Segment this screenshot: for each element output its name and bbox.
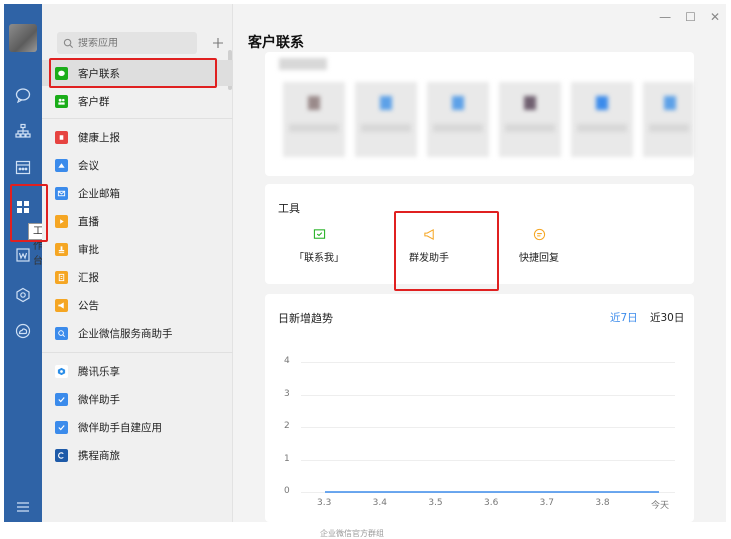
- blurred-tile: [355, 82, 417, 157]
- mail-icon: [55, 186, 68, 200]
- blurred-tile: [283, 82, 345, 157]
- blurred-text: [279, 58, 327, 70]
- app-window: 工作台 客户联系 客户群: [4, 4, 726, 522]
- minimize-button[interactable]: —: [659, 10, 671, 24]
- avatar[interactable]: [9, 24, 37, 52]
- app-item-weiban-custom[interactable]: 微伴助手自建应用: [42, 414, 233, 440]
- divider: [42, 118, 233, 119]
- app-item-customer-contact[interactable]: 客户联系: [42, 60, 233, 86]
- chat-icon[interactable]: [4, 80, 42, 110]
- app-icon[interactable]: [4, 280, 42, 310]
- blurred-tile: [499, 82, 561, 157]
- quick-reply-tool[interactable]: 快捷回复: [499, 228, 579, 264]
- qrcode-chat-icon: [313, 229, 325, 239]
- app-item-ctrip-business[interactable]: 携程商旅: [42, 442, 233, 468]
- doc-icon[interactable]: [4, 240, 42, 270]
- search-icon: [63, 38, 74, 48]
- mass-send-tool[interactable]: 群发助手: [389, 228, 469, 264]
- live-icon: [55, 214, 68, 228]
- app-item-meeting[interactable]: 会议: [42, 152, 233, 178]
- blurred-icon: [452, 96, 464, 110]
- blurred-text: [289, 124, 339, 132]
- announcement-icon: [55, 298, 68, 312]
- cloud-icon[interactable]: [4, 316, 42, 346]
- divider: [42, 352, 233, 353]
- customer-stats-card: [265, 52, 694, 176]
- blurred-icon: [524, 96, 536, 110]
- blurred-tile: [427, 82, 489, 157]
- chart-svg: [325, 491, 659, 493]
- tools-card: 工具 「联系我」 群发助手 快捷回复: [265, 184, 694, 284]
- menu-icon[interactable]: [4, 492, 42, 522]
- blurred-icon: [380, 96, 392, 110]
- blurred-text: [361, 124, 411, 132]
- weiban-custom-icon: [55, 420, 68, 434]
- app-item-report[interactable]: 汇报: [42, 264, 233, 290]
- app-list-panel: 客户联系 客户群 健康上报 会议 企业邮箱 直播 审批 汇报: [42, 4, 233, 522]
- trend-chart-card: 日新增趋势 近7日 近30日 4 3 2 1 0 3.3 3.4 3.5 3.6 3.7 3.8 今天: [265, 294, 694, 522]
- contact-me-tool[interactable]: 「联系我」: [279, 228, 359, 264]
- service-assistant-icon: [55, 326, 68, 340]
- app-item-live[interactable]: 直播: [42, 208, 233, 234]
- report-icon: [55, 270, 68, 284]
- blurred-tile: [571, 82, 633, 157]
- approval-icon: [55, 242, 68, 256]
- blurred-icon: [664, 96, 676, 110]
- add-app-button[interactable]: [209, 32, 227, 54]
- window-controls: — ☐ ✕: [659, 10, 720, 24]
- page-title: 客户联系: [248, 35, 304, 51]
- blurred-tile: [643, 82, 694, 157]
- main-content: — ☐ ✕ 客户联系 工具 「联系我」 群发助手 快捷回复 日新增趋势 近7日 …: [233, 4, 726, 522]
- customer-contact-icon: [55, 66, 68, 80]
- search-box[interactable]: [57, 32, 197, 54]
- blurred-text: [433, 124, 483, 132]
- app-item-mail[interactable]: 企业邮箱: [42, 180, 233, 206]
- blurred-icon: [596, 96, 608, 110]
- tools-title: 工具: [278, 202, 300, 215]
- close-button[interactable]: ✕: [710, 10, 720, 24]
- app-item-announcement[interactable]: 公告: [42, 292, 233, 318]
- customer-group-icon: [55, 94, 68, 108]
- blurred-text: [577, 124, 627, 132]
- calendar-icon[interactable]: [4, 152, 42, 182]
- app-item-health-report[interactable]: 健康上报: [42, 124, 233, 150]
- app-item-approval[interactable]: 审批: [42, 236, 233, 262]
- maximize-button[interactable]: ☐: [685, 10, 696, 24]
- blurred-icon: [308, 96, 320, 110]
- footer-caption: 企业微信官方群组: [320, 529, 384, 538]
- tencent-lexiang-icon: [55, 364, 68, 378]
- contacts-icon[interactable]: [4, 116, 42, 146]
- meeting-icon: [55, 158, 68, 172]
- app-item-tencent-lexiang[interactable]: 腾讯乐享: [42, 358, 233, 384]
- app-item-service-assistant[interactable]: 企业微信服务商助手: [42, 320, 233, 346]
- search-input[interactable]: [78, 37, 188, 49]
- weiban-icon: [55, 392, 68, 406]
- quick-reply-icon: [533, 228, 545, 241]
- ctrip-icon: [55, 448, 68, 462]
- megaphone-icon: [423, 229, 434, 240]
- nav-rail: 工作台: [4, 4, 48, 522]
- blurred-text: [649, 124, 689, 132]
- app-item-customer-group[interactable]: 客户群: [42, 88, 233, 114]
- health-report-icon: [55, 130, 68, 144]
- app-item-weiban-assistant[interactable]: 微伴助手: [42, 386, 233, 412]
- workbench-icon[interactable]: [4, 192, 42, 222]
- blurred-text: [505, 124, 555, 132]
